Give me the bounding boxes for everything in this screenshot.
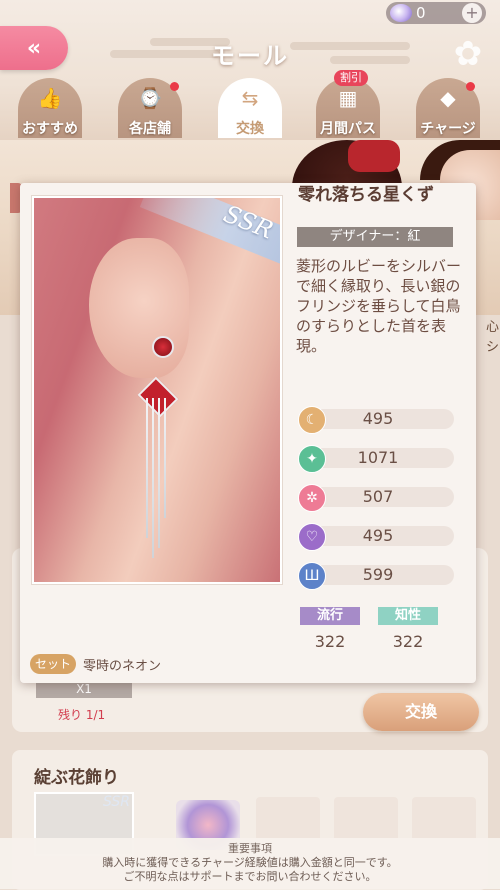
stat-value: 599 — [362, 565, 394, 584]
rarity-label: SSR — [102, 794, 130, 810]
stat-freshness: ✦ 1071 — [298, 445, 454, 473]
add-currency-button[interactable]: + — [462, 3, 482, 23]
character-bow — [348, 140, 400, 172]
tab-label: 交換 — [236, 121, 264, 137]
sexy-icon: ♡ — [298, 523, 326, 551]
currency-counter: 0 + — [386, 2, 486, 24]
section-title: 綻ぶ花飾り — [34, 768, 119, 788]
remaining-count: 残り 1/1 — [58, 708, 106, 722]
item-description: 菱形のルビーをシルバーで細く縁取り、長い銀のフリンジを垂らして白鳥のすらりとした… — [296, 257, 462, 355]
notice-line: ご不明な点はサポートまでお問い合わせください。 — [123, 870, 377, 883]
attribute-tag: 流行 — [300, 607, 360, 625]
earring-stud — [152, 336, 174, 358]
stat-sexy: ♡ 495 — [298, 523, 454, 551]
calendar-pass-icon: ▦ — [338, 86, 358, 110]
stat-value: 507 — [362, 487, 394, 506]
ear-illustration — [89, 238, 189, 378]
shop-tabs: 👍 おすすめ ⌚ 各店舗 ⇆ 交換 ▦ 月間パス 割引 ◆ チャージ — [18, 70, 488, 138]
discount-badge: 割引 — [334, 70, 368, 86]
attribute-value: 322 — [314, 632, 346, 651]
page-title: モール — [211, 42, 289, 70]
sweetness-icon: ✲ — [298, 484, 326, 512]
tab-label: おすすめ — [22, 121, 78, 137]
attribute-tag: 知性 — [378, 607, 438, 625]
stat-value: 1071 — [357, 448, 399, 467]
gem-icon — [390, 4, 412, 22]
exchange-icon: ⇆ — [241, 86, 259, 110]
stat-sweetness: ✲ 507 — [298, 484, 454, 512]
notification-dot — [170, 82, 179, 91]
designer-label: デザイナー：紅 — [297, 227, 453, 247]
tab-monthly-pass[interactable]: ▦ 月間パス — [316, 78, 380, 138]
freshness-icon: ✦ — [298, 445, 326, 473]
item-artwork: SSR — [32, 196, 282, 584]
notice-footer: 重要事項 購入時に獲得できるチャージ経験値は購入金額と同一です。 ご不明な点はサ… — [0, 838, 500, 889]
set-badge: セット — [30, 654, 76, 674]
side-text: 心シ — [486, 320, 500, 355]
currency-value: 0 — [416, 4, 426, 22]
flower-icon: ✿ — [453, 34, 483, 74]
exchange-button[interactable]: 交換 — [363, 693, 479, 731]
tab-label: 月間パス — [320, 121, 376, 137]
set-name[interactable]: 零時のネオン — [83, 655, 161, 674]
notification-dot — [466, 82, 475, 91]
stat-value: 495 — [362, 526, 394, 545]
tab-label: 各店舗 — [129, 121, 171, 137]
tab-charge[interactable]: ◆ チャージ — [416, 78, 480, 138]
elegance-icon: ☾ — [298, 406, 326, 434]
attribute-value: 322 — [392, 632, 424, 651]
notice-heading: 重要事項 — [228, 842, 272, 855]
tab-exchange[interactable]: ⇆ 交換 — [218, 78, 282, 138]
stat-elegance: ☾ 495 — [298, 406, 454, 434]
tab-shops[interactable]: ⌚ 各店舗 — [118, 78, 182, 138]
tab-recommended[interactable]: 👍 おすすめ — [18, 78, 82, 138]
stat-value: 495 — [362, 409, 394, 428]
tab-label: チャージ — [420, 121, 476, 137]
item-name: 零れ落ちる星くず — [298, 185, 434, 205]
notice-line: 購入時に獲得できるチャージ経験値は購入金額と同一です。 — [102, 856, 398, 869]
cool-icon: Ш — [298, 562, 326, 590]
stat-cool: Ш 599 — [298, 562, 454, 590]
thumbs-up-icon: 👍 — [37, 86, 63, 110]
